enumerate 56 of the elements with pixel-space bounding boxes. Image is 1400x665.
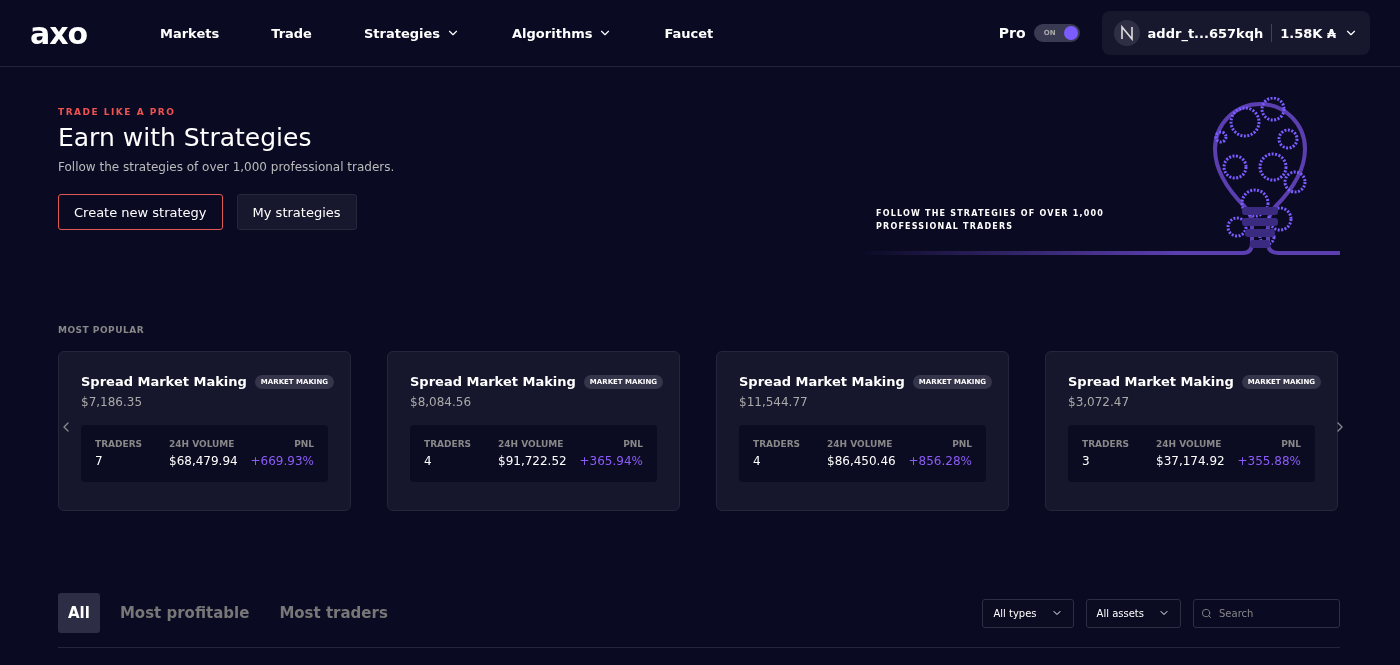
filter-tab[interactable]: Most traders xyxy=(269,593,398,633)
search-icon xyxy=(1201,607,1212,619)
section-heading: MOST POPULAR xyxy=(58,325,146,335)
pro-label: Pro xyxy=(998,25,1026,41)
nav-link[interactable]: Strategies xyxy=(363,25,461,41)
banner-caption: FOLLOW THE STRATEGIES OF OVER 1,000 PROFESSIONAL TRADERS xyxy=(876,208,1105,233)
nav-link[interactable]: Algorithms xyxy=(512,25,613,41)
stat-label: PNL xyxy=(1280,439,1301,449)
stat-label: 24H VOLUME xyxy=(169,439,236,449)
stat-value: $68,479.94 xyxy=(169,454,239,468)
search-box[interactable]: Search xyxy=(1193,598,1340,628)
strategy-value: $8,084.56 xyxy=(410,395,473,409)
stat-value: 4 xyxy=(424,454,433,468)
stat-value: +355.88% xyxy=(1237,454,1301,468)
page-title: Earn with Strategies xyxy=(58,123,313,152)
wallet-button[interactable]: addr_t...657kqh 1.58K ₳ xyxy=(1101,11,1370,55)
filter-dropdown[interactable]: All assets xyxy=(1085,598,1181,628)
stat-value: +365.94% xyxy=(579,454,643,468)
stat-value: +669.93% xyxy=(250,454,314,468)
stat-value: $86,450.46 xyxy=(827,454,897,468)
stat-value: $91,722.52 xyxy=(498,454,568,468)
stat-label: 24H VOLUME xyxy=(498,439,565,449)
kicker-text: TRADE LIKE A PRO xyxy=(58,107,177,117)
strategy-value: $7,186.35 xyxy=(81,395,144,409)
nav-link[interactable]: Markets xyxy=(160,25,220,41)
strategy-name: Spread Market Making xyxy=(1068,374,1234,389)
stat-label: PNL xyxy=(293,439,314,449)
logo[interactable]: axo xyxy=(30,15,160,51)
stat-value: 3 xyxy=(1082,454,1091,468)
strategy-value: $11,544.77 xyxy=(739,395,809,409)
search-field[interactable]: Search xyxy=(1217,606,1327,620)
subtitle-text: Follow the strategies of over 1,000 professional traders. xyxy=(58,160,395,174)
stat-label: TRADERS xyxy=(753,439,802,449)
filter-dropdown[interactable]: All types xyxy=(982,598,1074,628)
stat-label: 24H VOLUME xyxy=(827,439,894,449)
strategy-name: Spread Market Making xyxy=(81,374,247,389)
wallet-avatar-icon xyxy=(1113,20,1140,46)
stat-label: TRADERS xyxy=(1082,439,1131,449)
create-strategy-button[interactable]: Create new strategy xyxy=(58,194,223,230)
my-strategies-button[interactable]: My strategies xyxy=(236,194,357,230)
nav-link[interactable]: Trade xyxy=(271,25,312,41)
stat-value: $37,174.92 xyxy=(1156,454,1226,468)
strategy-name: Spread Market Making xyxy=(410,374,576,389)
stat-value: 4 xyxy=(753,454,762,468)
stat-value: 7 xyxy=(95,454,104,468)
filter-tab[interactable]: All xyxy=(58,593,100,633)
stat-label: PNL xyxy=(622,439,643,449)
stat-label: 24H VOLUME xyxy=(1156,439,1223,449)
strategy-value: $3,072.47 xyxy=(1068,395,1131,409)
stat-value: +856.28% xyxy=(908,454,972,468)
strategy-name: Spread Market Making xyxy=(739,374,905,389)
filter-tab[interactable]: Most profitable xyxy=(109,593,260,633)
stat-label: TRADERS xyxy=(424,439,473,449)
nav-link[interactable]: Faucet xyxy=(664,25,714,41)
stat-label: TRADERS xyxy=(95,439,144,449)
stat-label: PNL xyxy=(951,439,972,449)
